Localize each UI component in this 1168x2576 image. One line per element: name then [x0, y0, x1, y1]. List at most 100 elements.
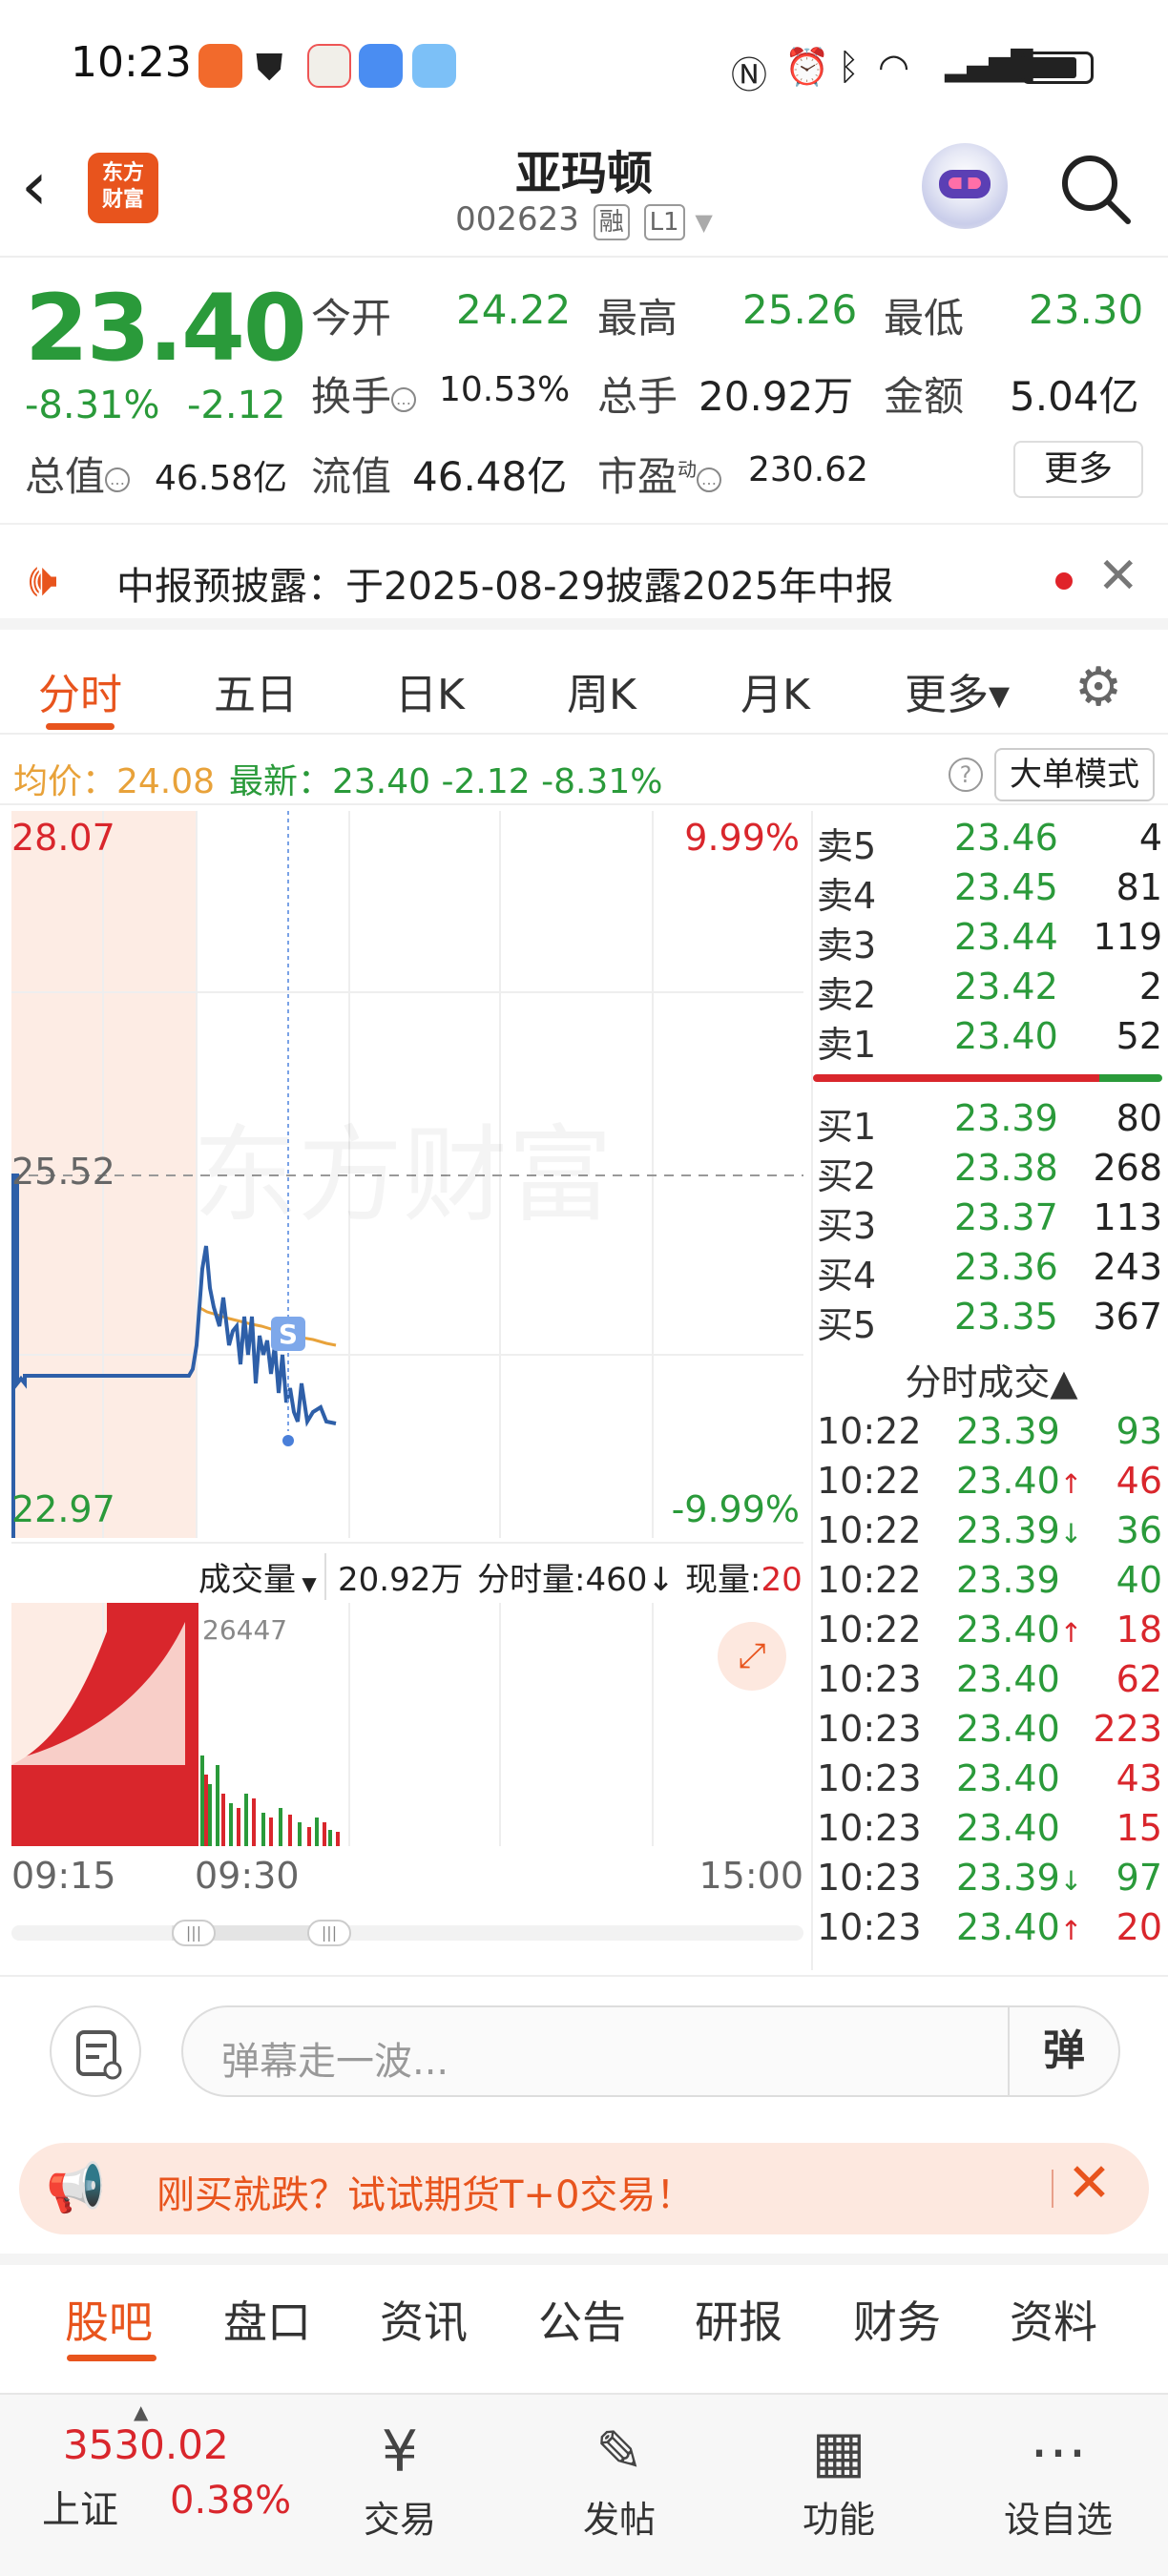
range-handle-left[interactable]: |||	[172, 1920, 216, 1946]
trade-volume: 46	[1116, 1460, 1162, 1502]
ai-assistant-avatar[interactable]	[922, 143, 1008, 229]
expand-icon[interactable]: ⤢	[718, 1622, 786, 1691]
wifi-icon: ◠	[878, 46, 910, 88]
trade-time: 10:23	[817, 1658, 922, 1700]
quote-panel: 23.40 -8.31% -2.12 今开 24.22 最高 25.26 最低 …	[0, 260, 1168, 517]
nav-add-watchlist[interactable]: ⋯ 设自选	[987, 2414, 1130, 2543]
megaphone-icon: 📢	[46, 2160, 106, 2215]
volume-total: 20.92万	[338, 1561, 464, 1599]
bid-row: 买5 23.35 367	[817, 1296, 1162, 1346]
volume-chart[interactable]: 26447 ⤢	[11, 1603, 803, 1846]
chevron-down-icon: ▼	[695, 209, 713, 236]
trade-volume: 97	[1116, 1857, 1162, 1899]
chart-tabs: 分时 五日 日K 周K 月K 更多▾ ⚙	[0, 639, 1168, 735]
nav-post[interactable]: ✎ 发帖	[548, 2414, 691, 2543]
trade-row: 10:23 23.40 62	[813, 1658, 1168, 1708]
level-tag: L1	[643, 204, 685, 240]
trade-price: 23.40	[956, 1757, 1060, 1799]
low-value: 23.30	[1029, 286, 1144, 333]
tab-intraday[interactable]: 分时	[38, 660, 122, 721]
more-button[interactable]: 更多	[1013, 441, 1143, 498]
volume-dropdown[interactable]: 成交量 ▼	[198, 1553, 326, 1600]
tab-five-day[interactable]: 五日	[214, 660, 298, 721]
tab-news[interactable]: 资讯	[380, 2288, 468, 2351]
tab-finance[interactable]: 财务	[853, 2288, 941, 2351]
trade-price: 23.40↑	[956, 1609, 1083, 1651]
tick-volume: 分时量:460↓	[477, 1561, 675, 1599]
ask-row: 卖3 23.44 119	[817, 916, 1162, 966]
promo-text[interactable]: 刚买就跌？试试期货T+0交易！	[156, 2164, 694, 2219]
tab-more[interactable]: 更多▾	[905, 660, 1010, 721]
notice-bar[interactable]: 🕪 中报预披露：于2025-08-29披露2025年中报 ✕	[0, 523, 1168, 630]
bid-row: 买2 23.38 268	[817, 1147, 1162, 1197]
gear-icon[interactable]: ⚙	[1074, 656, 1122, 718]
volume-peak-label: 26447	[202, 1614, 288, 1646]
order-book: 卖5 23.46 4 卖4 23.45 81 卖3 23.44 119 卖2 23.42 2 卖…	[811, 811, 1168, 1970]
trades-title[interactable]: 分时成交▲	[813, 1353, 1168, 1405]
latest-price: 最新：23.40 -2.12 -8.31%	[229, 762, 663, 801]
info-icon[interactable]: …	[105, 467, 131, 492]
tab-guba[interactable]: 股吧	[65, 2288, 153, 2351]
more-circle-icon: ⋯	[1030, 2419, 1087, 2485]
info-icon[interactable]: …	[391, 386, 417, 412]
nav-functions[interactable]: ▦ 功能	[767, 2414, 910, 2543]
close-icon[interactable]: ✕	[1097, 548, 1139, 605]
tab-announcements[interactable]: 公告	[538, 2288, 626, 2351]
amount-label: 金额	[884, 373, 965, 420]
intraday-chart[interactable]: 东方财富 S 28.07 9.99% 25.52 22.97 -9.99%	[11, 811, 803, 1538]
danmu-settings-icon[interactable]	[50, 2005, 141, 2097]
trades-list[interactable]: 10:22 23.39 93 10:22 23.40↑ 46 10:22 23.39↓ 36 10…	[813, 1410, 1168, 1963]
trade-time: 10:22	[817, 1609, 922, 1651]
tab-monthly-k[interactable]: 月K	[740, 660, 810, 721]
mktcap-value: 46.58亿	[155, 459, 288, 498]
range-handle-right[interactable]: |||	[307, 1920, 351, 1946]
trade-time: 10:23	[817, 1807, 922, 1849]
trade-volume: 62	[1116, 1658, 1162, 1700]
buy-sell-ratio-bar	[813, 1074, 1162, 1082]
notice-text[interactable]: 中报预披露：于2025-08-29披露2025年中报	[116, 555, 893, 611]
big-order-mode-button[interactable]: 大单模式	[994, 748, 1155, 801]
edit-icon: ✎	[594, 2419, 644, 2485]
calendar-icon	[307, 44, 351, 88]
tab-weekly-k[interactable]: 周K	[567, 660, 636, 721]
help-icon[interactable]: ?	[949, 758, 983, 792]
pe-value: 230.62	[748, 450, 868, 489]
trade-row: 10:23 23.40 43	[813, 1757, 1168, 1807]
trade-price: 23.39	[956, 1559, 1060, 1601]
tab-daily-k[interactable]: 日K	[395, 660, 465, 721]
index-value[interactable]: 3530.02	[63, 2421, 229, 2468]
search-icon[interactable]	[1057, 151, 1134, 227]
sell-marker[interactable]: S	[279, 1319, 298, 1350]
pe-label: 市盈动…	[597, 445, 722, 503]
chart-range-slider[interactable]: ||| |||	[11, 1920, 803, 1946]
trade-volume: 18	[1116, 1609, 1162, 1651]
trade-time: 10:22	[817, 1410, 922, 1452]
turnover-label: 换手…	[311, 364, 417, 423]
trade-price: 23.39↓	[956, 1509, 1083, 1551]
trade-row: 10:23 23.40 223	[813, 1708, 1168, 1757]
shield-icon: ⛊	[256, 46, 283, 88]
time-start: 09:15	[11, 1855, 116, 1897]
nav-trade[interactable]: ¥ 交易	[328, 2414, 471, 2543]
active-tab-indicator	[67, 2355, 156, 2361]
close-icon[interactable]: ✕	[1067, 2152, 1112, 2214]
info-icon[interactable]: …	[697, 467, 722, 492]
trade-row: 10:23 23.39↓ 97	[813, 1857, 1168, 1906]
danmu-send-button[interactable]: 弹	[1008, 2007, 1118, 2095]
danmu-input[interactable]: 弹幕走一波... 弹	[181, 2005, 1120, 2097]
weather-icon	[412, 44, 456, 88]
chart-bottom-pct: -9.99%	[671, 1488, 800, 1530]
margin-tag: 融	[593, 204, 630, 240]
bid-row: 买4 23.36 243	[817, 1246, 1162, 1297]
promo-banner[interactable]: 📢 刚买就跌？试试期货T+0交易！ ✕	[19, 2143, 1149, 2234]
volume-label: 总手	[597, 373, 678, 420]
tab-pankou[interactable]: 盘口	[223, 2288, 311, 2351]
tab-profile[interactable]: 资料	[1010, 2288, 1097, 2351]
trade-time: 10:23	[817, 1757, 922, 1799]
grid-icon: ▦	[811, 2419, 866, 2485]
float-label: 流值	[311, 453, 392, 500]
price-summary-row: 均价：24.08 最新：23.40 -2.12 -8.31% ? 大单模式	[0, 744, 1168, 805]
tab-research[interactable]: 研报	[695, 2288, 782, 2351]
open-label: 今开	[311, 295, 392, 342]
index-name: 上证	[42, 2488, 118, 2532]
